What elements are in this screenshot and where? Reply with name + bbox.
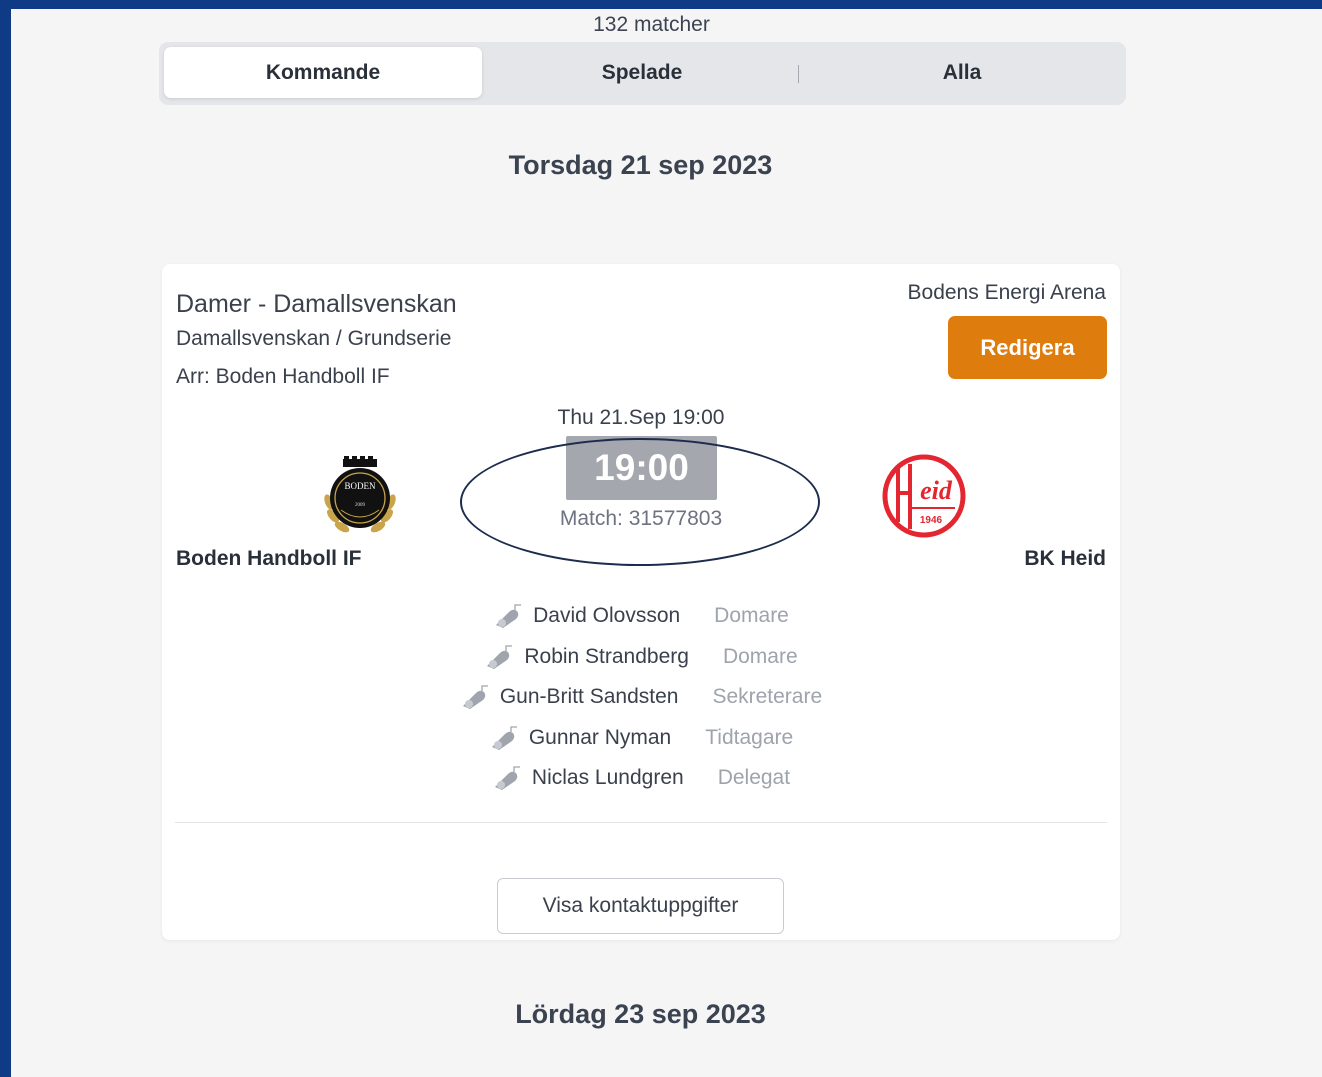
match-organizer: Arr: Boden Handboll IF	[176, 365, 390, 388]
whistle-icon	[491, 726, 517, 750]
whistle-icon	[496, 604, 522, 629]
official-name: David Olovsson	[533, 604, 681, 628]
official-role: Domare	[722, 644, 798, 668]
svg-text:BODEN: BODEN	[345, 481, 376, 491]
tab-kommande[interactable]: Kommande	[164, 47, 482, 98]
tab-spelade[interactable]: Spelade	[483, 47, 801, 98]
boden-handboll-logo: BODEN 2009	[324, 456, 396, 533]
official-role: Domare	[714, 604, 789, 628]
official-row: David Olovsson Domare	[162, 596, 1120, 637]
official-role: Tidtagare	[705, 725, 794, 749]
official-name: Niclas Lundgren	[531, 766, 684, 790]
official-row: Gun-Britt Sandsten Sekreterare	[162, 677, 1120, 718]
whistle-icon	[494, 766, 520, 791]
svg-text:eid: eid	[920, 476, 953, 505]
match-card: Damer - Damallsvenskan Damallsvenskan / …	[162, 264, 1120, 940]
card-divider	[175, 822, 1107, 823]
svg-text:2009: 2009	[355, 503, 366, 508]
official-name: Gun-Britt Sandsten	[499, 685, 679, 709]
match-league: Damer - Damallsvenskan	[176, 290, 457, 318]
whistle-icon	[487, 645, 513, 669]
official-name: Gunnar Nyman	[528, 725, 672, 749]
match-filter-tabs: Kommande Spelade Alla	[159, 42, 1126, 105]
highlight-ellipse	[460, 438, 820, 566]
match-count: 132 matcher	[593, 13, 710, 36]
official-role: Sekreterare	[712, 685, 823, 709]
home-team-name: Boden Handboll IF	[176, 547, 362, 570]
match-venue: Bodens Energi Arena	[907, 281, 1106, 304]
match-series: Damallsvenskan / Grundserie	[176, 327, 452, 350]
official-row: Robin Strandberg Domare	[162, 637, 1120, 678]
match-list-page: 132 matcher Kommande Spelade Alla Torsda…	[11, 9, 1322, 1077]
match-datetime: Thu 21.Sep 19:00	[557, 406, 725, 429]
date-heading: Lördag 23 sep 2023	[515, 999, 766, 1029]
show-contact-button[interactable]: Visa kontaktuppgifter	[497, 878, 784, 934]
official-role: Delegat	[717, 766, 791, 790]
officials-list: David Olovsson Domare Robin Strandberg D…	[162, 596, 1120, 799]
away-team-name: BK Heid	[1024, 547, 1106, 570]
official-row: Niclas Lundgren Delegat	[162, 758, 1120, 799]
edit-button[interactable]: Redigera	[948, 316, 1107, 379]
svg-text:1946: 1946	[920, 515, 943, 526]
tab-separator	[798, 65, 799, 83]
official-row: Gunnar Nyman Tidtagare	[162, 718, 1120, 759]
whistle-icon	[462, 685, 488, 710]
tab-alla[interactable]: Alla	[803, 47, 1121, 98]
official-name: Robin Strandberg	[524, 644, 689, 668]
bk-heid-logo: eid 1946	[882, 454, 966, 538]
date-heading: Torsdag 21 sep 2023	[508, 150, 773, 180]
